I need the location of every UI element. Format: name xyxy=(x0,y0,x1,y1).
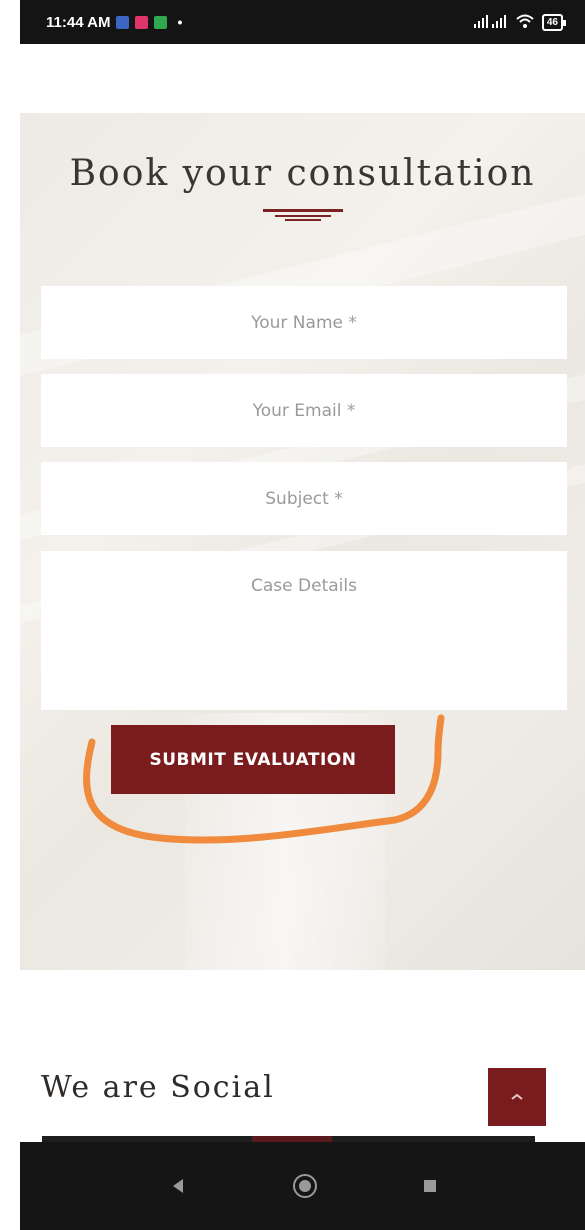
submit-button[interactable]: SUBMIT EVALUATION xyxy=(111,725,395,794)
social-heading: We are Social xyxy=(41,1070,275,1105)
home-button[interactable] xyxy=(265,1142,345,1230)
status-time: 11:44 AM xyxy=(46,13,111,31)
chevron-up-icon xyxy=(511,1093,523,1100)
status-bar: 11:44 AM • 46 xyxy=(20,0,585,44)
status-right: 46 xyxy=(473,13,567,31)
recent-apps-button[interactable] xyxy=(390,1142,470,1230)
facebook-icon xyxy=(116,15,130,29)
battery-icon: 46 xyxy=(541,13,567,31)
message-icon xyxy=(154,15,168,29)
subject-input[interactable] xyxy=(41,462,567,535)
wifi-icon xyxy=(516,14,534,31)
back-button[interactable] xyxy=(138,1142,218,1230)
mail-icon xyxy=(135,15,149,29)
more-notifications-icon: • xyxy=(177,14,183,30)
email-input[interactable] xyxy=(41,374,567,447)
status-left: 11:44 AM • xyxy=(46,14,182,31)
signal-icon xyxy=(473,14,508,31)
home-circle-icon xyxy=(293,1174,317,1198)
booking-section: Book your consultation SUBMIT EVALUATION xyxy=(20,113,585,970)
case-details-textarea[interactable] xyxy=(41,551,567,710)
system-nav-bar xyxy=(20,1142,585,1230)
page-title: Book your consultation xyxy=(69,153,536,194)
scroll-to-top-button[interactable] xyxy=(488,1068,546,1126)
name-input[interactable] xyxy=(41,286,567,359)
title-ornament xyxy=(263,209,343,223)
back-triangle-icon xyxy=(173,1179,183,1193)
recent-apps-square-icon xyxy=(424,1180,436,1192)
